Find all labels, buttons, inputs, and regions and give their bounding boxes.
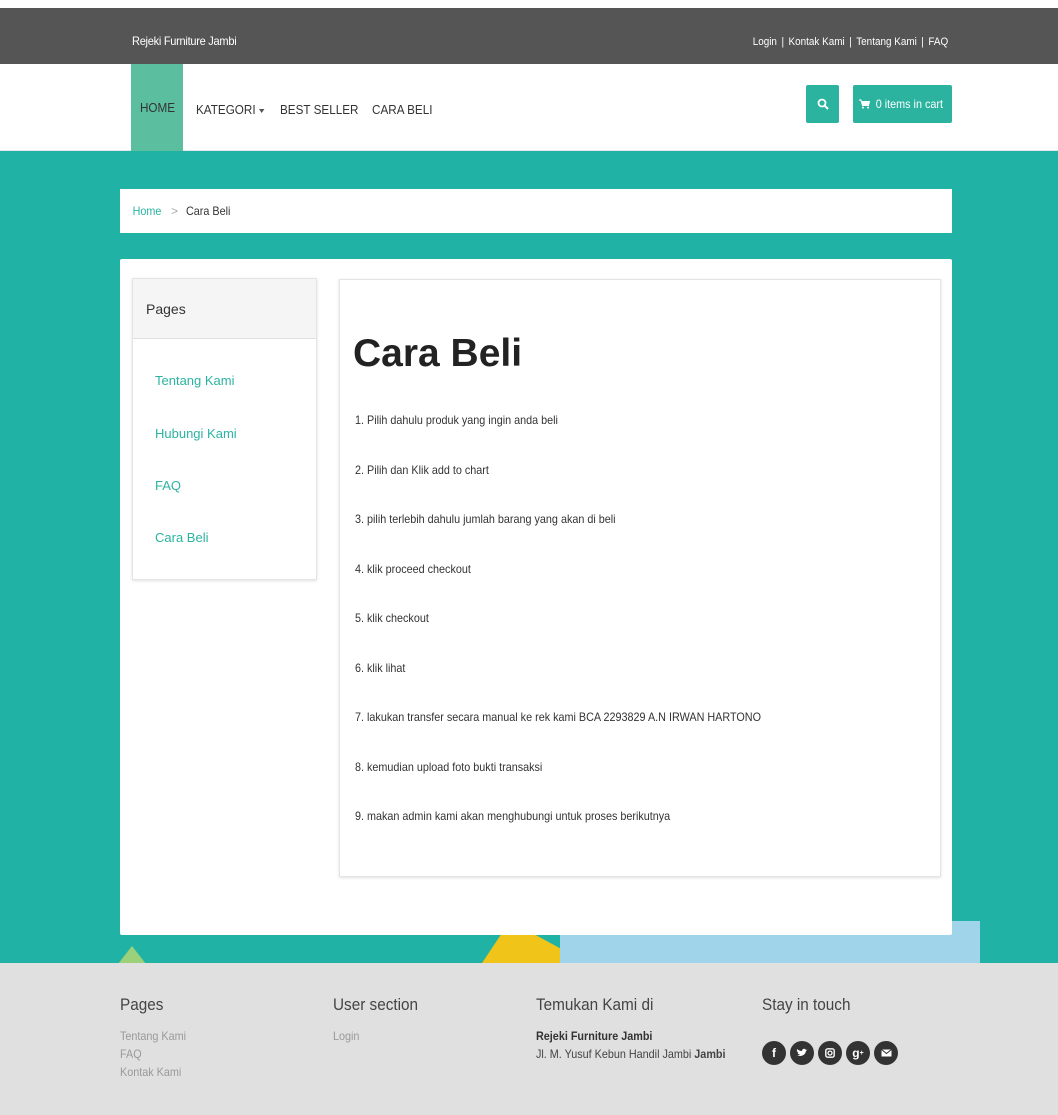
step-item: 4. klik proceed checkout xyxy=(355,562,471,576)
page-title: Cara Beli xyxy=(353,332,523,375)
envelope-glyph xyxy=(880,1049,892,1057)
sidebar-item-tentang-kami[interactable]: Tentang Kami xyxy=(155,373,235,388)
twitter-bird-glyph xyxy=(796,1048,808,1056)
footer-link-kontak-kami[interactable]: Kontak Kami xyxy=(120,1063,186,1081)
search-button[interactable] xyxy=(806,85,839,123)
step-item: 3. pilih terlebih dahulu jumlah barang y… xyxy=(355,512,616,526)
footer-link-login[interactable]: Login xyxy=(333,1027,418,1045)
top-link-login[interactable]: Login xyxy=(753,36,777,48)
step-item: 8. kemudian upload foto bukti transaksi xyxy=(355,760,543,774)
top-links: Login | Kontak Kami | Tentang Kami | FAQ xyxy=(753,36,948,48)
step-item: 7. lakukan transfer secara manual ke rek… xyxy=(355,710,761,724)
nav-home-label: HOME xyxy=(139,100,175,115)
facebook-icon[interactable]: f xyxy=(762,1041,786,1065)
cart-label: 0 items in cart xyxy=(875,97,943,111)
twitter-icon[interactable] xyxy=(790,1041,814,1065)
cart-icon xyxy=(858,99,870,109)
footer-pages-title: Pages xyxy=(120,995,164,1014)
footer-company-name: Rejeki Furniture Jambi xyxy=(536,1029,653,1043)
separator: | xyxy=(781,36,784,48)
top-link-tentang-kami[interactable]: Tentang Kami xyxy=(856,36,917,48)
nav-item-kategori[interactable]: KATEGORI xyxy=(196,102,265,117)
cart-button[interactable]: 0 items in cart xyxy=(853,85,952,123)
footer-user-section: User section Login xyxy=(333,995,427,1045)
step-item: 1. Pilih dahulu produk yang ingin anda b… xyxy=(355,413,558,427)
nav-kategori-label: KATEGORI xyxy=(196,102,256,117)
footer-stay-in-touch: Stay in touch xyxy=(762,995,860,1027)
breadcrumb-home[interactable]: Home xyxy=(133,204,162,218)
footer-stay-title: Stay in touch xyxy=(762,995,851,1014)
footer-address: Jl. M. Yusuf Kebun Handil Jambi Jambi xyxy=(536,1045,726,1063)
nav-item-best-seller[interactable]: BEST SELLER xyxy=(280,102,358,117)
footer-user-title: User section xyxy=(333,995,419,1014)
step-item: 2. Pilih dan Klik add to chart xyxy=(355,463,489,477)
step-item: 5. klik checkout xyxy=(355,611,429,625)
breadcrumb: Home > Cara Beli xyxy=(120,189,952,233)
sidebar-item-cara-beli[interactable]: Cara Beli xyxy=(155,530,208,545)
google-plus-icon[interactable]: g + xyxy=(846,1041,870,1065)
brand-name[interactable]: Rejeki Furniture Jambi xyxy=(132,34,237,48)
breadcrumb-separator: > xyxy=(171,204,179,218)
caret-down-icon xyxy=(259,108,265,113)
footer-pages: Pages Tentang Kami FAQ Kontak Kami xyxy=(120,995,193,1081)
instagram-glyph xyxy=(825,1048,835,1058)
separator: | xyxy=(849,36,852,48)
instagram-icon[interactable] xyxy=(818,1041,842,1065)
footer: Pages Tentang Kami FAQ Kontak Kami User … xyxy=(0,963,1058,1115)
top-link-kontak-kami[interactable]: Kontak Kami xyxy=(788,36,844,48)
footer-address-city: Jambi xyxy=(694,1047,726,1061)
sidebar-item-faq[interactable]: FAQ xyxy=(155,478,181,493)
step-item: 6. klik lihat xyxy=(355,661,406,675)
footer-find-title: Temukan Kami di xyxy=(536,995,654,1014)
footer-link-faq[interactable]: FAQ xyxy=(120,1045,186,1063)
email-icon[interactable] xyxy=(874,1041,898,1065)
main-navbar: HOME KATEGORI BEST SELLER CARA BELI 0 it… xyxy=(0,64,1058,151)
content-panel: Cara Beli 1. Pilih dahulu produk yang in… xyxy=(339,279,941,877)
footer-find-us: Temukan Kami di Rejeki Furniture Jambi J… xyxy=(536,995,747,1063)
nav-item-home[interactable]: HOME xyxy=(131,64,183,151)
sidebar-title: Pages xyxy=(133,279,316,339)
separator: | xyxy=(921,36,924,48)
nav-item-cara-beli[interactable]: CARA BELI xyxy=(372,102,432,117)
footer-link-tentang-kami[interactable]: Tentang Kami xyxy=(120,1027,186,1045)
sidebar-pages: Pages Tentang Kami Hubungi Kami FAQ Cara… xyxy=(132,278,317,580)
search-icon xyxy=(817,98,829,110)
top-bar: Rejeki Furniture Jambi Login | Kontak Kami… xyxy=(0,8,1058,64)
top-link-faq[interactable]: FAQ xyxy=(928,36,948,48)
breadcrumb-current: Cara Beli xyxy=(186,204,231,218)
step-item: 9. makan admin kami akan menghubungi unt… xyxy=(355,809,671,823)
decor-shape xyxy=(118,946,146,963)
footer-address-street: Jl. M. Yusuf Kebun Handil Jambi xyxy=(536,1047,692,1061)
sidebar-item-hubungi-kami[interactable]: Hubungi Kami xyxy=(155,426,237,441)
